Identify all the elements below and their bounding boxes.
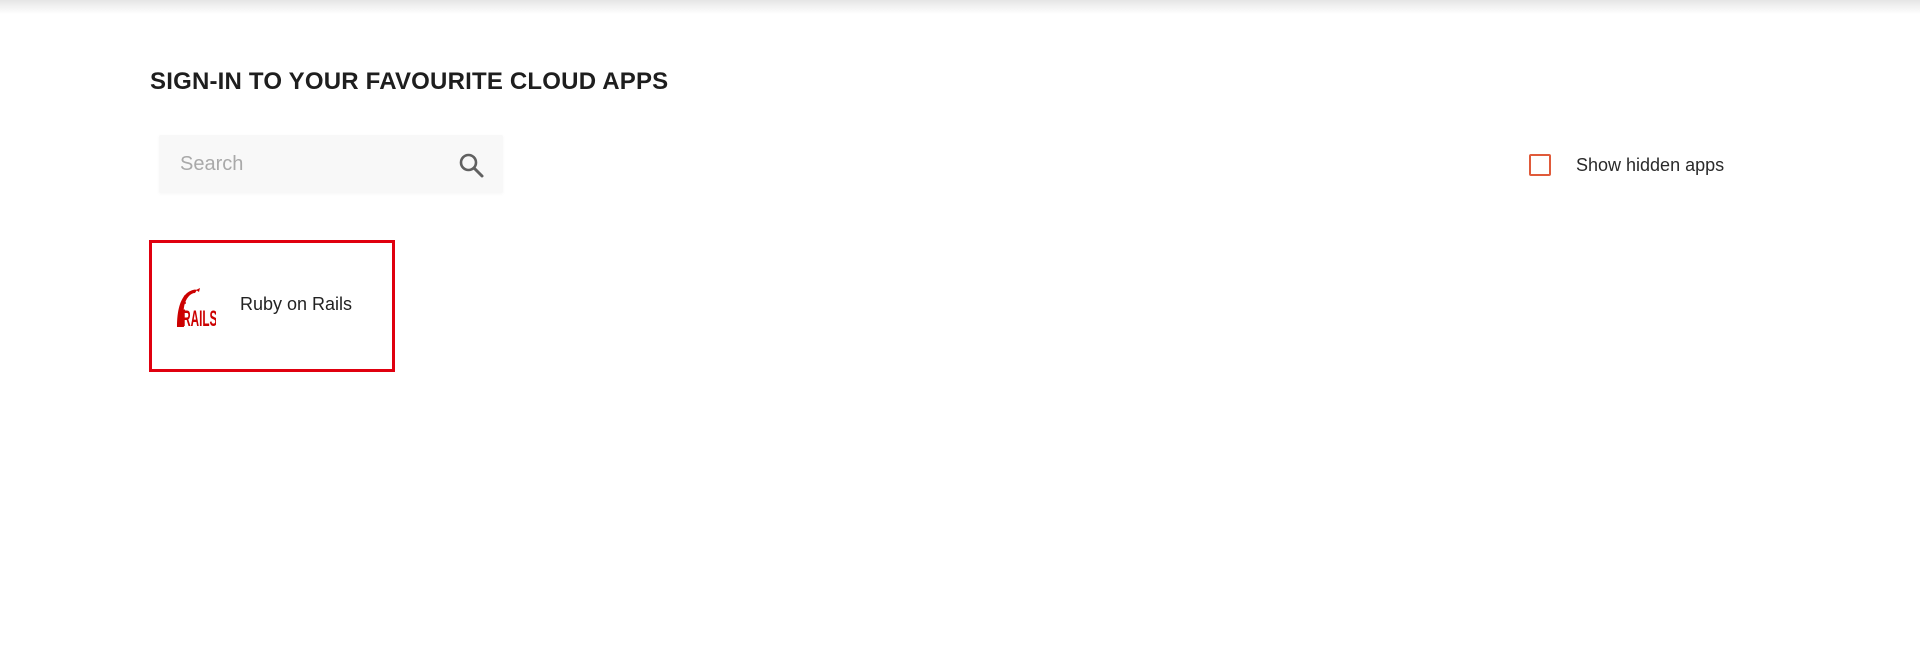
search-box [159, 135, 503, 193]
show-hidden-apps-label: Show hidden apps [1576, 154, 1725, 175]
rails-logo-text: RAILS [182, 306, 216, 331]
page-title: SIGN-IN TO YOUR FAVOURITE CLOUD APPS [150, 68, 669, 95]
app-tile-ruby-on-rails[interactable]: RAILS Ruby on Rails [149, 240, 395, 372]
show-hidden-apps-checkbox[interactable] [1529, 154, 1551, 176]
show-hidden-apps-toggle[interactable]: Show hidden apps [1529, 153, 1724, 177]
top-bar-shadow [0, 0, 1920, 14]
app-name: Ruby on Rails [240, 294, 353, 314]
rails-logo-icon: RAILS [174, 281, 217, 331]
search-icon[interactable] [457, 151, 485, 179]
search-input[interactable] [159, 135, 449, 193]
